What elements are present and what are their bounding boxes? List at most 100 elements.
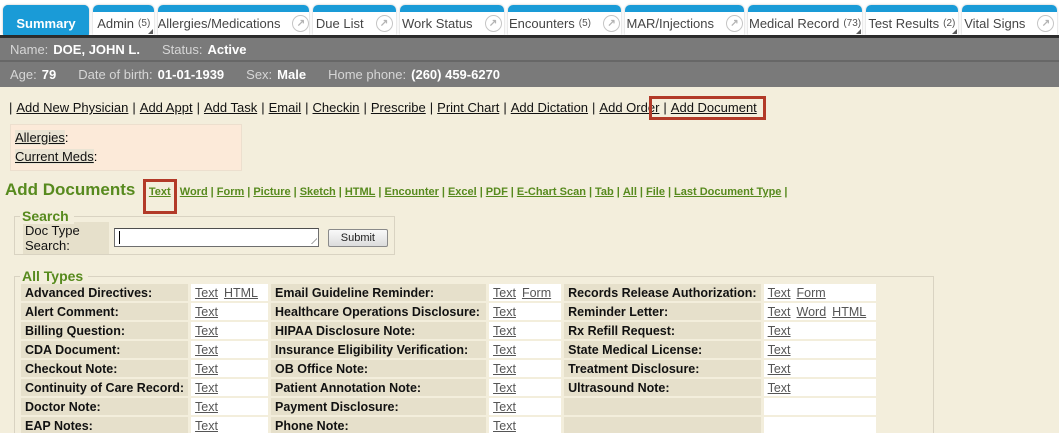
popout-icon[interactable]: ↗ bbox=[485, 15, 502, 32]
doc-type-link-encounter[interactable]: Encounter bbox=[384, 186, 438, 198]
action-link-add-dictation[interactable]: Add Dictation bbox=[511, 100, 588, 115]
allergies-colon: : bbox=[65, 130, 69, 145]
doc-type-search-input[interactable] bbox=[114, 228, 319, 247]
current-meds-colon: : bbox=[94, 149, 98, 164]
type-link-treatment-disclosure-text[interactable]: Text bbox=[768, 362, 791, 376]
type-links-cell: Text bbox=[191, 379, 268, 396]
type-link-insurance-eligibility-verification-text[interactable]: Text bbox=[493, 343, 516, 357]
action-link-add-new-physician[interactable]: Add New Physician bbox=[16, 100, 128, 115]
status-label: Status: bbox=[162, 42, 202, 57]
action-link-email[interactable]: Email bbox=[269, 100, 302, 115]
doc-type-link-tab[interactable]: Tab bbox=[595, 186, 614, 198]
action-link-add-appt[interactable]: Add Appt bbox=[140, 100, 193, 115]
type-link-advanced-directives-html[interactable]: HTML bbox=[224, 286, 258, 300]
phone-label: Home phone: bbox=[328, 67, 406, 82]
tab-work-status[interactable]: Work Status↗ bbox=[400, 5, 504, 35]
action-link-prescribe[interactable]: Prescribe bbox=[371, 100, 426, 115]
tab-due-list[interactable]: Due List↗ bbox=[313, 5, 396, 35]
type-link-rx-refill-request-text[interactable]: Text bbox=[768, 324, 791, 338]
sex-label: Sex: bbox=[246, 67, 272, 82]
type-label-cell: Records Release Authorization: bbox=[564, 284, 760, 301]
doc-type-link-excel[interactable]: Excel bbox=[448, 186, 477, 198]
allergies-link[interactable]: Allergies bbox=[15, 130, 65, 145]
type-link-cda-document-text[interactable]: Text bbox=[195, 343, 218, 357]
search-section-title: Search bbox=[20, 208, 74, 224]
tab-summary[interactable]: Summary bbox=[3, 5, 89, 35]
type-links-cell: Text bbox=[191, 417, 268, 433]
popout-icon[interactable]: ↗ bbox=[603, 15, 620, 32]
type-link-healthcare-operations-disclosure-text[interactable]: Text bbox=[493, 305, 516, 319]
doc-type-link-all[interactable]: All bbox=[623, 186, 637, 198]
type-link-email-guideline-reminder-text[interactable]: Text bbox=[493, 286, 516, 300]
type-link-ultrasound-note-text[interactable]: Text bbox=[768, 381, 791, 395]
tab-allergies-medications[interactable]: Allergies/Medications↗ bbox=[158, 5, 308, 35]
resize-handle-icon bbox=[310, 237, 317, 244]
type-link-reminder-letter-text[interactable]: Text bbox=[768, 305, 791, 319]
action-link-add-document[interactable]: Add Document bbox=[671, 100, 757, 115]
tab-color-strip bbox=[866, 5, 958, 12]
type-link-state-medical-license-text[interactable]: Text bbox=[768, 343, 791, 357]
doc-type-link-e-chart-scan[interactable]: E-Chart Scan bbox=[517, 186, 586, 198]
separator: | bbox=[589, 186, 592, 198]
tab-color-strip bbox=[313, 5, 396, 12]
popout-icon[interactable]: ↗ bbox=[376, 15, 393, 32]
all-types-title: All Types bbox=[20, 268, 88, 284]
type-link-checkout-note-text[interactable]: Text bbox=[195, 362, 218, 376]
tab-mar-injections[interactable]: MAR/Injections ↗ bbox=[625, 5, 744, 35]
doc-type-link-text[interactable]: Text bbox=[149, 186, 171, 198]
type-link-email-guideline-reminder-form[interactable]: Form bbox=[522, 286, 551, 300]
action-link-add-task[interactable]: Add Task bbox=[204, 100, 257, 115]
type-label-cell: CDA Document: bbox=[21, 341, 188, 358]
tab-label: Test Results bbox=[868, 16, 939, 31]
patient-info-bar: Age: 79 Date of birth: 01-01-1939 Sex: M… bbox=[0, 62, 1059, 87]
tab-body: Test Results(2) bbox=[866, 12, 958, 35]
type-label-cell: Checkout Note: bbox=[21, 360, 188, 377]
action-link-checkin[interactable]: Checkin bbox=[313, 100, 360, 115]
popout-icon[interactable]: ↗ bbox=[292, 15, 308, 32]
doc-type-link-html[interactable]: HTML bbox=[345, 186, 376, 198]
doc-type-link-last-document-type[interactable]: Last Document Type bbox=[674, 186, 781, 198]
popout-icon[interactable]: ↗ bbox=[1037, 15, 1054, 32]
popout-icon[interactable]: ↗ bbox=[726, 15, 743, 32]
tab-test-results[interactable]: Test Results(2) bbox=[866, 5, 958, 35]
doc-type-link-picture[interactable]: Picture bbox=[253, 186, 290, 198]
patient-name: DOE, JOHN L. bbox=[53, 42, 140, 57]
doc-type-link-form[interactable]: Form bbox=[217, 186, 245, 198]
submit-button[interactable]: Submit bbox=[328, 229, 388, 247]
tab-medical-record[interactable]: Medical Record(73) bbox=[748, 5, 862, 35]
doc-type-link-file[interactable]: File bbox=[646, 186, 665, 198]
dropdown-corner-icon bbox=[952, 29, 957, 34]
type-link-alert-comment-text[interactable]: Text bbox=[195, 305, 218, 319]
tab-encounters[interactable]: Encounters(5)↗ bbox=[508, 5, 622, 35]
type-label-cell: OB Office Note: bbox=[271, 360, 486, 377]
type-link-records-release-authorization-form[interactable]: Form bbox=[797, 286, 826, 300]
type-link-continuity-of-care-record-text[interactable]: Text bbox=[195, 381, 218, 395]
type-link-ob-office-note-text[interactable]: Text bbox=[493, 362, 516, 376]
type-link-eap-notes-text[interactable]: Text bbox=[195, 419, 218, 433]
tab-label: MAR/Injections bbox=[627, 16, 714, 31]
doc-type-link-sketch[interactable]: Sketch bbox=[300, 186, 336, 198]
tab-vital-signs[interactable]: Vital Signs↗ bbox=[962, 5, 1057, 35]
tab-admin[interactable]: Admin(5) bbox=[93, 5, 154, 35]
separator: | bbox=[339, 186, 342, 198]
search-input-wrap bbox=[114, 228, 319, 247]
type-link-advanced-directives-text[interactable]: Text bbox=[195, 286, 218, 300]
tab-color-strip bbox=[508, 5, 622, 12]
type-link-phone-note-text[interactable]: Text bbox=[493, 419, 516, 433]
type-label-cell: EAP Notes: bbox=[21, 417, 188, 433]
type-link-payment-disclosure-text[interactable]: Text bbox=[493, 400, 516, 414]
type-link-billing-question-text[interactable]: Text bbox=[195, 324, 218, 338]
current-meds-link[interactable]: Current Meds bbox=[15, 149, 94, 164]
type-link-reminder-letter-word[interactable]: Word bbox=[797, 305, 827, 319]
type-link-records-release-authorization-text[interactable]: Text bbox=[768, 286, 791, 300]
doc-type-link-word[interactable]: Word bbox=[180, 186, 208, 198]
type-link-hipaa-disclosure-note-text[interactable]: Text bbox=[493, 324, 516, 338]
type-link-reminder-letter-html[interactable]: HTML bbox=[832, 305, 866, 319]
table-row: Billing Question:TextHIPAA Disclosure No… bbox=[21, 322, 876, 339]
type-link-patient-annotation-note-text[interactable]: Text bbox=[493, 381, 516, 395]
action-link-print-chart[interactable]: Print Chart bbox=[437, 100, 499, 115]
type-label-cell: Rx Refill Request: bbox=[564, 322, 760, 339]
type-link-doctor-note-text[interactable]: Text bbox=[195, 400, 218, 414]
doc-type-link-pdf[interactable]: PDF bbox=[486, 186, 508, 198]
tab-body: MAR/Injections ↗ bbox=[625, 12, 744, 35]
